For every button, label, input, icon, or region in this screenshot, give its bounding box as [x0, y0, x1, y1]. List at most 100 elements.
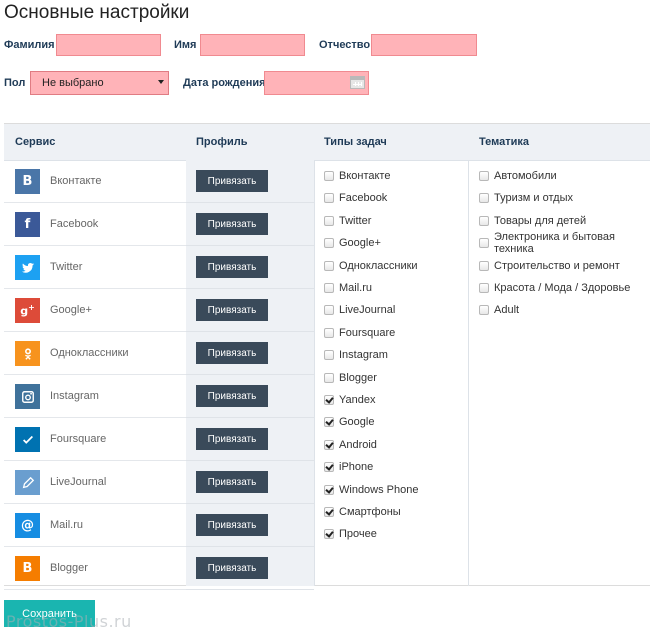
- checkbox-label: Android: [339, 438, 377, 451]
- task-type-checkbox-item[interactable]: iPhone: [324, 459, 373, 475]
- checkbox[interactable]: [479, 215, 489, 226]
- header-service: Сервис: [15, 136, 56, 148]
- foursquare-icon: [15, 427, 40, 452]
- checkbox-label: Facebook: [339, 192, 388, 205]
- task-type-checkbox-item[interactable]: Смартфоны: [324, 504, 401, 520]
- checkbox[interactable]: [479, 260, 489, 271]
- checkbox-label: Foursquare: [339, 326, 396, 339]
- checkbox[interactable]: [479, 283, 489, 293]
- checkbox[interactable]: [324, 529, 334, 540]
- checkbox[interactable]: [324, 305, 334, 316]
- service-name: Foursquare: [50, 433, 107, 445]
- bind-button[interactable]: Привязать: [196, 385, 268, 407]
- task-type-checkbox-item[interactable]: Facebook: [324, 190, 387, 206]
- task-type-checkbox-item[interactable]: Одноклассники: [324, 258, 418, 274]
- table-header: Сервис Профиль Типы задач Тематика: [4, 124, 650, 161]
- checkbox[interactable]: [324, 327, 334, 338]
- checkbox[interactable]: [324, 462, 334, 473]
- checkbox[interactable]: [479, 238, 489, 249]
- bind-button[interactable]: Привязать: [196, 428, 268, 450]
- checkbox-label: Строительство и ремонт: [494, 259, 620, 272]
- checkbox[interactable]: [324, 439, 334, 450]
- task-type-checkbox-item[interactable]: Google+: [324, 235, 381, 251]
- checkbox[interactable]: [324, 215, 334, 226]
- topic-checkbox-item[interactable]: Товары для детей: [479, 213, 586, 229]
- first-name-label: Имя: [174, 39, 197, 51]
- services-table: Сервис Профиль Типы задач Тематика B Вкон…: [4, 123, 650, 590]
- checkbox-label: Товары для детей: [494, 214, 587, 227]
- blogger-icon: B: [15, 556, 40, 581]
- task-type-checkbox-item[interactable]: Twitter: [324, 213, 371, 229]
- checkbox[interactable]: [324, 417, 334, 428]
- last-name-input[interactable]: [56, 34, 161, 56]
- checkbox[interactable]: [479, 305, 489, 316]
- bind-button[interactable]: Привязать: [196, 471, 268, 493]
- checkbox[interactable]: [324, 193, 334, 204]
- bind-button[interactable]: Привязать: [196, 256, 268, 278]
- mailru-icon: @: [15, 513, 40, 538]
- calendar-icon[interactable]: [350, 76, 365, 89]
- topic-checkbox-item[interactable]: Красота / Мода / Здоровье: [479, 280, 630, 296]
- facebook-icon: f: [15, 212, 40, 237]
- instagram-icon: [15, 384, 40, 409]
- checkbox-label: Google+: [339, 237, 381, 250]
- task-type-checkbox-item[interactable]: Yandex: [324, 392, 376, 408]
- bind-button[interactable]: Привязать: [196, 299, 268, 321]
- topic-checkbox-item[interactable]: Электроника и бытовая техника: [479, 231, 650, 255]
- checkbox[interactable]: [324, 171, 334, 181]
- service-name: Вконтакте: [50, 175, 102, 187]
- task-type-checkbox-item[interactable]: Google: [324, 414, 374, 430]
- task-type-checkbox-item[interactable]: Blogger: [324, 370, 377, 386]
- profile-cell: Привязать: [186, 332, 314, 375]
- bind-button[interactable]: Привязать: [196, 514, 268, 536]
- profile-cell: Привязать: [186, 461, 314, 504]
- task-type-checkbox-item[interactable]: LiveJournal: [324, 302, 395, 318]
- profile-cell: Привязать: [186, 375, 314, 418]
- checkbox[interactable]: [479, 171, 489, 181]
- table-row: B Blogger: [4, 547, 186, 590]
- task-type-checkbox-item[interactable]: Instagram: [324, 347, 388, 363]
- service-name: Google+: [50, 304, 92, 316]
- task-type-checkbox-item[interactable]: Mail.ru: [324, 280, 372, 296]
- checkbox[interactable]: [324, 350, 334, 361]
- topic-checkbox-item[interactable]: Туризм и отдых: [479, 190, 573, 206]
- task-type-checkbox-item[interactable]: Windows Phone: [324, 482, 419, 498]
- topic-checkbox-item[interactable]: Adult: [479, 302, 519, 318]
- page-title: Основные настройки: [4, 2, 190, 23]
- task-type-checkbox-item[interactable]: Android: [324, 437, 377, 453]
- bind-button[interactable]: Привязать: [196, 170, 268, 192]
- gender-select[interactable]: Не выбрано: [30, 71, 169, 95]
- checkbox-label: Instagram: [339, 349, 388, 362]
- task-type-checkbox-item[interactable]: Foursquare: [324, 325, 395, 341]
- service-name: Mail.ru: [50, 519, 84, 531]
- service-name: Twitter: [50, 261, 83, 273]
- birthdate-label: Дата рождения: [183, 77, 266, 89]
- gender-label: Пол: [4, 77, 26, 89]
- checkbox[interactable]: [324, 484, 334, 495]
- birthdate-input[interactable]: [264, 71, 369, 95]
- checkbox[interactable]: [324, 395, 334, 405]
- topic-checkbox-item[interactable]: Автомобили: [479, 168, 557, 184]
- checkbox[interactable]: [324, 238, 334, 249]
- checkbox[interactable]: [324, 283, 334, 293]
- checkbox[interactable]: [324, 372, 334, 383]
- bind-button[interactable]: Привязать: [196, 342, 268, 364]
- checkbox[interactable]: [479, 193, 489, 204]
- watermark: Prostos-Plus.ru: [6, 612, 132, 631]
- bind-button[interactable]: Привязать: [196, 557, 268, 579]
- service-name: Facebook: [50, 218, 99, 230]
- livejournal-icon: [15, 470, 40, 495]
- topic-checkbox-item[interactable]: Строительство и ремонт: [479, 258, 620, 274]
- table-row: @ Mail.ru: [4, 504, 186, 547]
- first-name-input[interactable]: [200, 34, 305, 56]
- checkbox-label: Twitter: [339, 214, 372, 227]
- profile-cell: Привязать: [186, 289, 314, 332]
- header-topics: Тематика: [479, 136, 530, 148]
- checkbox[interactable]: [324, 260, 334, 271]
- middle-name-input[interactable]: [371, 34, 477, 56]
- checkbox[interactable]: [324, 507, 334, 517]
- task-type-checkbox-item[interactable]: Прочее: [324, 526, 377, 542]
- table-row: Одноклассники: [4, 332, 186, 375]
- task-type-checkbox-item[interactable]: Вконтакте: [324, 168, 390, 184]
- bind-button[interactable]: Привязать: [196, 213, 268, 235]
